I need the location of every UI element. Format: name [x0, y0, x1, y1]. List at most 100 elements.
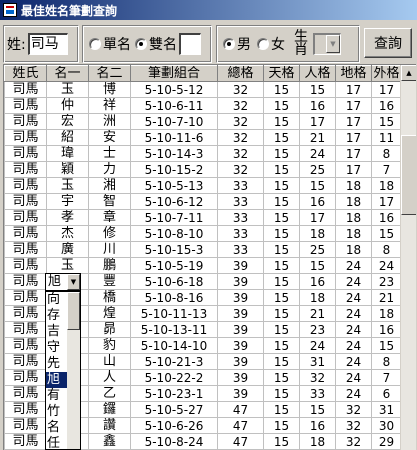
column-header[interactable]: 名二: [88, 65, 131, 82]
table-row[interactable]: 司馬廣川 5-10-15-3 33 15 25 18 8: [4, 241, 402, 258]
table-cell: 39: [217, 353, 264, 370]
dropdown-option[interactable]: 旭: [46, 372, 68, 388]
column-header[interactable]: 名一: [46, 65, 89, 82]
dropdown-scrollbar[interactable]: [67, 292, 80, 449]
table-cell: 31: [371, 401, 402, 418]
table-row[interactable]: 司馬玉博 5-10-5-12 32 15 15 17 17: [4, 81, 402, 98]
dropdown-option[interactable]: 任: [46, 436, 68, 449]
table-cell: 24: [371, 257, 402, 274]
table-cell: 鑫: [88, 433, 131, 450]
table-cell: 5-10-15-3: [130, 241, 218, 258]
table-cell: 15: [299, 257, 336, 274]
table-row[interactable]: 司馬紹安 5-10-11-6 32 15 21 17 11: [4, 129, 402, 146]
single-name-label[interactable]: 單名: [103, 34, 131, 54]
female-label[interactable]: 女: [271, 34, 285, 54]
table-cell: 24: [335, 257, 372, 274]
dropdown-option[interactable]: 先: [46, 356, 68, 372]
table-cell: 8: [371, 353, 402, 370]
male-radio[interactable]: [223, 38, 235, 50]
scroll-up-icon[interactable]: ▲: [401, 65, 416, 81]
table-cell: 24: [335, 273, 372, 290]
table-cell: 5-10-22-2: [130, 369, 218, 386]
table-cell: 18: [335, 225, 372, 242]
table-cell: 39: [217, 385, 264, 402]
table-row[interactable]: 司馬宇智 5-10-6-12 33 15 16 18 17: [4, 193, 402, 210]
table-row[interactable]: 司馬孝章 5-10-7-11 33 15 17 18 16: [4, 209, 402, 226]
table-cell: 力: [88, 161, 131, 178]
column-header[interactable]: 人格: [299, 65, 336, 82]
table-cell: 24: [335, 369, 372, 386]
zodiac-select[interactable]: ▼: [313, 33, 341, 55]
name-one-dropdown-list[interactable]: 向存吉守先旭有竹名任西: [45, 291, 81, 450]
chevron-down-icon[interactable]: ▼: [67, 274, 80, 290]
table-cell: 15: [263, 305, 300, 322]
scroll-thumb[interactable]: [401, 135, 416, 215]
table-cell: 鑼: [88, 401, 131, 418]
dropdown-scroll-thumb[interactable]: [67, 292, 80, 330]
table-cell: 47: [217, 433, 264, 450]
table-cell: 煌: [88, 305, 131, 322]
table-cell: 讚: [88, 417, 131, 434]
table-cell: 5-10-23-1: [130, 385, 218, 402]
male-label[interactable]: 男: [237, 34, 251, 54]
column-header[interactable]: 筆劃組合: [130, 65, 218, 82]
chevron-down-icon[interactable]: ▼: [326, 35, 340, 53]
table-row[interactable]: 司馬瑋士 5-10-14-3 32 15 24 17 8: [4, 145, 402, 162]
table-cell: 24: [335, 305, 372, 322]
column-header[interactable]: 總格: [217, 65, 264, 82]
surname-input[interactable]: 司马: [27, 33, 68, 55]
dropdown-option[interactable]: 竹: [46, 404, 68, 420]
dropdown-option[interactable]: 名: [46, 420, 68, 436]
query-button[interactable]: 查詢: [364, 28, 412, 58]
table-cell: 18: [371, 177, 402, 194]
double-name-radio[interactable]: [135, 38, 147, 50]
table-cell: 司馬: [4, 353, 47, 370]
table-cell: 玉: [46, 257, 89, 274]
table-cell: 17: [299, 209, 336, 226]
dropdown-option[interactable]: 吉: [46, 324, 68, 340]
table-row[interactable]: 司馬玉鵬 5-10-5-19 39 15 15 24 24: [4, 257, 402, 274]
table-cell: 15: [371, 113, 402, 130]
table-cell: 5-10-8-24: [130, 433, 218, 450]
table-cell: 5-10-6-18: [130, 273, 218, 290]
female-radio[interactable]: [257, 38, 269, 50]
table-cell: 仲: [46, 97, 89, 114]
table-row[interactable]: 司馬玉湘 5-10-5-13 33 15 15 18 18: [4, 177, 402, 194]
table-cell: 5-10-5-13: [130, 177, 218, 194]
table-cell: 廣: [46, 241, 89, 258]
table-cell: 17: [335, 129, 372, 146]
dropdown-option[interactable]: 守: [46, 340, 68, 356]
table-row[interactable]: 司馬宏洲 5-10-7-10 32 15 17 17 15: [4, 113, 402, 130]
double-name-label[interactable]: 雙名: [149, 34, 177, 54]
column-header[interactable]: 外格: [371, 65, 402, 82]
name-one-combo[interactable]: 旭 ▼: [45, 273, 81, 291]
table-cell: 15: [299, 401, 336, 418]
column-header[interactable]: 姓氏: [4, 65, 47, 82]
table-cell: 5-10-5-19: [130, 257, 218, 274]
table-cell: 17: [299, 113, 336, 130]
table-cell: 15: [263, 129, 300, 146]
table-cell: 15: [263, 385, 300, 402]
dropdown-option[interactable]: 有: [46, 388, 68, 404]
dropdown-option[interactable]: 向: [46, 292, 68, 308]
column-header[interactable]: 地格: [335, 65, 372, 82]
table-cell: 39: [217, 257, 264, 274]
dropdown-option[interactable]: 存: [46, 308, 68, 324]
table-cell: 21: [371, 289, 402, 306]
vertical-scrollbar[interactable]: ▲: [400, 65, 416, 450]
table-cell: 15: [263, 81, 300, 98]
title-bar[interactable]: 最佳姓名筆劃查詢: [0, 0, 417, 20]
column-header[interactable]: 天格: [263, 65, 300, 82]
table-row[interactable]: 司馬穎力 5-10-15-2 32 15 25 17 7: [4, 161, 402, 178]
table-cell: 司馬: [4, 209, 47, 226]
table-cell: 5-10-8-10: [130, 225, 218, 242]
table-cell: 24: [335, 337, 372, 354]
table-cell: 穎: [46, 161, 89, 178]
table-cell: 5-10-14-3: [130, 145, 218, 162]
name-count-input[interactable]: [179, 33, 201, 55]
single-name-radio[interactable]: [89, 38, 101, 50]
table-row[interactable]: 司馬杰修 5-10-8-10 33 15 18 18 15: [4, 225, 402, 242]
table-row[interactable]: 司馬仲祥 5-10-6-11 32 15 16 17 16: [4, 97, 402, 114]
table-cell: 15: [263, 257, 300, 274]
table-cell: 15: [371, 337, 402, 354]
